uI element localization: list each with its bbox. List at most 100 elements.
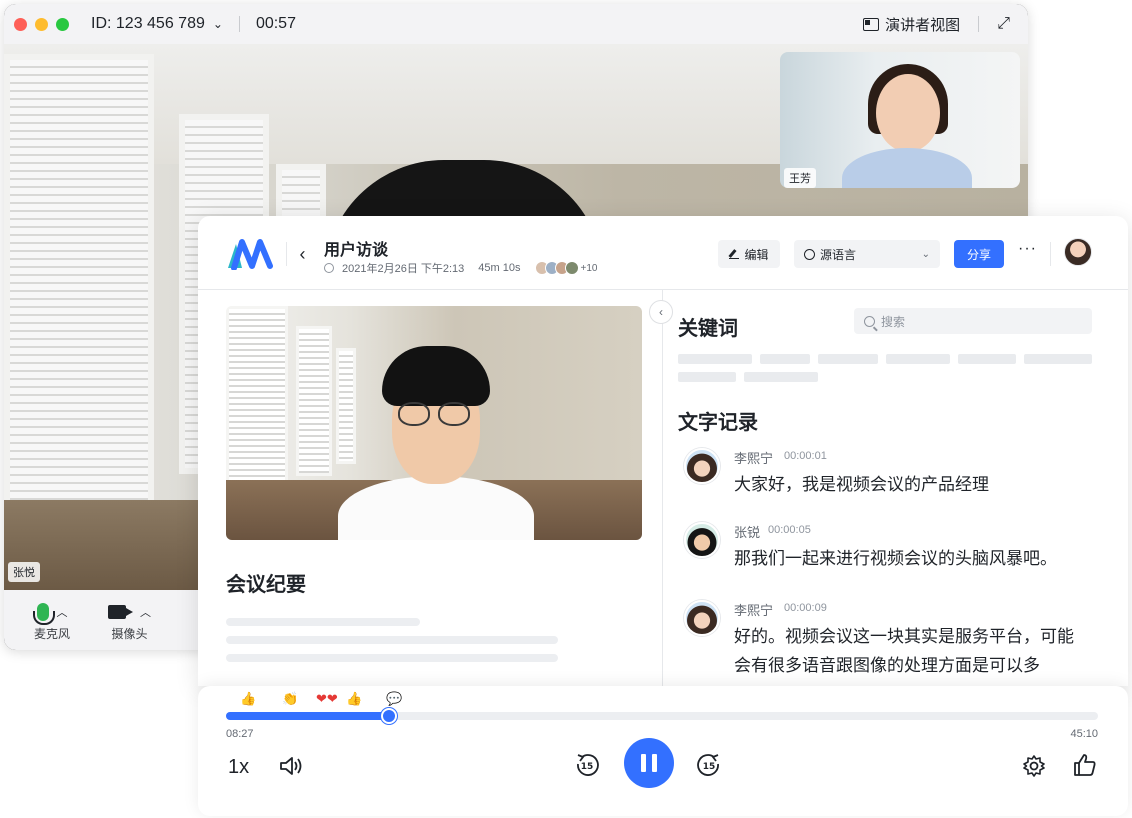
search-placeholder: 搜索	[881, 314, 906, 329]
reaction-marker[interactable]: 👏	[282, 691, 298, 707]
meeting-titlebar: ID: 123 456 789 ⌄ 00:57 演讲者视图 ⤢	[4, 4, 1028, 44]
meeting-timer: 00:57	[255, 15, 296, 32]
keywords-title: 关键词	[678, 318, 738, 340]
recording-video[interactable]	[226, 306, 642, 540]
record-meta: 2021年2月26日 下午2:13 45m 10s +10	[324, 260, 597, 276]
volume-icon[interactable]	[278, 754, 304, 778]
chevron-down-icon: ⌄	[921, 248, 930, 260]
right-column: 关键词 搜索 文字记录 李熙宁 00:00:01 大家好，我是视频会议的产品经理…	[678, 290, 1128, 686]
more-participants-count: +10	[580, 262, 598, 274]
chevron-down-icon[interactable]: ⌄	[213, 17, 223, 31]
chevron-up-icon[interactable]: ︿	[140, 604, 151, 620]
pencil-icon	[729, 249, 740, 259]
window-blinds	[4, 54, 154, 534]
transcript-title: 文字记录	[678, 412, 758, 434]
microphone-icon[interactable]	[32, 602, 55, 625]
summary-placeholder	[226, 618, 420, 626]
search-icon	[864, 315, 875, 327]
edit-label: 编辑	[744, 247, 769, 262]
speaker-view-button[interactable]: 演讲者视图	[863, 14, 960, 35]
translate-icon	[804, 248, 815, 260]
forward-15-icon[interactable]: 15	[696, 752, 722, 778]
reaction-marker[interactable]: 👍	[240, 691, 256, 707]
mic-control[interactable]: ︿ 麦克风	[32, 599, 70, 642]
language-label: 源语言	[820, 247, 857, 262]
fullscreen-icon[interactable]: ⤢	[997, 15, 1010, 33]
minimize-window-button[interactable]	[35, 17, 48, 31]
divider	[1050, 242, 1051, 266]
timestamp[interactable]: 00:00:05	[768, 524, 811, 536]
camera-control[interactable]: ︿ 摄像头	[108, 599, 151, 642]
record-panel: ‹ 用户访谈 2021年2月26日 下午2:13 45m 10s +10 编辑 …	[198, 216, 1128, 686]
transcript-text: 好的。视频会议这一块其实是服务平台，可能会有很多语音跟图像的处理方面是可以多	[734, 627, 1074, 675]
divider	[238, 16, 240, 32]
back-button[interactable]: ‹	[286, 242, 308, 266]
svg-text:15: 15	[703, 762, 716, 772]
participant-avatars[interactable]: +10	[534, 261, 598, 275]
camera-icon[interactable]	[108, 604, 134, 619]
camera-label: 摄像头	[111, 626, 148, 641]
total-time: 45:10	[1070, 728, 1098, 740]
more-options-icon[interactable]: ···	[1018, 240, 1037, 258]
progress-track[interactable]	[226, 708, 1098, 724]
keyword-chip[interactable]	[1024, 354, 1092, 364]
reaction-marker[interactable]: 💬	[386, 691, 402, 707]
language-select[interactable]: 源语言 ⌄	[794, 240, 940, 268]
progress-fill	[226, 712, 390, 720]
reaction-marker[interactable]: 👍	[346, 691, 362, 707]
participant-name-tag: 张悦	[8, 562, 40, 582]
playback-speed-button[interactable]: 1x	[228, 756, 249, 779]
window-controls	[14, 17, 69, 31]
reaction-marker[interactable]: ❤❤	[316, 691, 338, 707]
pause-icon	[641, 754, 646, 772]
media-player: 👍 👏 ❤❤ 👍 💬 08:27 45:10 1x 15 15	[198, 686, 1128, 816]
pip-video[interactable]: 王芳	[780, 52, 1020, 188]
speaker-name: 李熙宁	[734, 603, 774, 618]
timestamp[interactable]: 00:00:01	[784, 450, 827, 462]
keyword-chip[interactable]	[678, 354, 752, 364]
speaker-view-icon	[863, 17, 880, 31]
pip-name-tag: 王芳	[784, 168, 816, 188]
avatar	[564, 261, 579, 275]
divider	[978, 16, 980, 32]
app-logo-icon	[228, 239, 273, 270]
pause-button[interactable]	[624, 738, 674, 788]
keyword-chip[interactable]	[678, 372, 736, 382]
keyword-chip[interactable]	[760, 354, 810, 364]
thumbs-up-icon[interactable]	[1072, 752, 1098, 778]
summary-placeholder	[226, 636, 558, 644]
maximize-window-button[interactable]	[56, 17, 69, 31]
avatar	[684, 522, 720, 558]
keyword-chip[interactable]	[744, 372, 818, 382]
summary-placeholder	[226, 654, 558, 662]
avatar	[684, 448, 720, 484]
keyword-chip[interactable]	[958, 354, 1016, 364]
keyword-chip[interactable]	[886, 354, 950, 364]
transcript-text: 大家好，我是视频会议的产品经理	[734, 475, 989, 494]
search-input[interactable]: 搜索	[854, 308, 1092, 334]
chevron-up-icon[interactable]: ︿	[57, 604, 68, 620]
collapse-panel-button[interactable]: ‹	[649, 300, 673, 324]
record-header: ‹ 用户访谈 2021年2月26日 下午2:13 45m 10s +10 编辑 …	[198, 216, 1128, 290]
speaker-name: 张锐	[734, 525, 761, 540]
progress-handle[interactable]	[381, 708, 398, 724]
svg-text:15: 15	[581, 762, 594, 772]
record-duration: 45m 10s	[478, 262, 521, 274]
user-avatar[interactable]	[1064, 238, 1092, 266]
rewind-15-icon[interactable]: 15	[574, 752, 600, 778]
settings-gear-icon[interactable]	[1022, 754, 1046, 778]
share-button[interactable]: 分享	[954, 240, 1004, 268]
meeting-id[interactable]: ID: 123 456 789	[91, 15, 205, 33]
column-divider	[662, 290, 663, 686]
keyword-chip[interactable]	[818, 354, 878, 364]
avatar	[684, 600, 720, 636]
close-window-button[interactable]	[14, 17, 27, 31]
left-column: 会议纪要	[198, 290, 662, 686]
record-title: 用户访谈	[324, 242, 389, 259]
speaker-name: 李熙宁	[734, 451, 774, 466]
current-time: 08:27	[226, 728, 254, 740]
timestamp[interactable]: 00:00:09	[784, 602, 827, 614]
speaker-view-label: 演讲者视图	[885, 16, 961, 34]
edit-button[interactable]: 编辑	[718, 240, 780, 268]
clock-icon	[324, 263, 334, 273]
